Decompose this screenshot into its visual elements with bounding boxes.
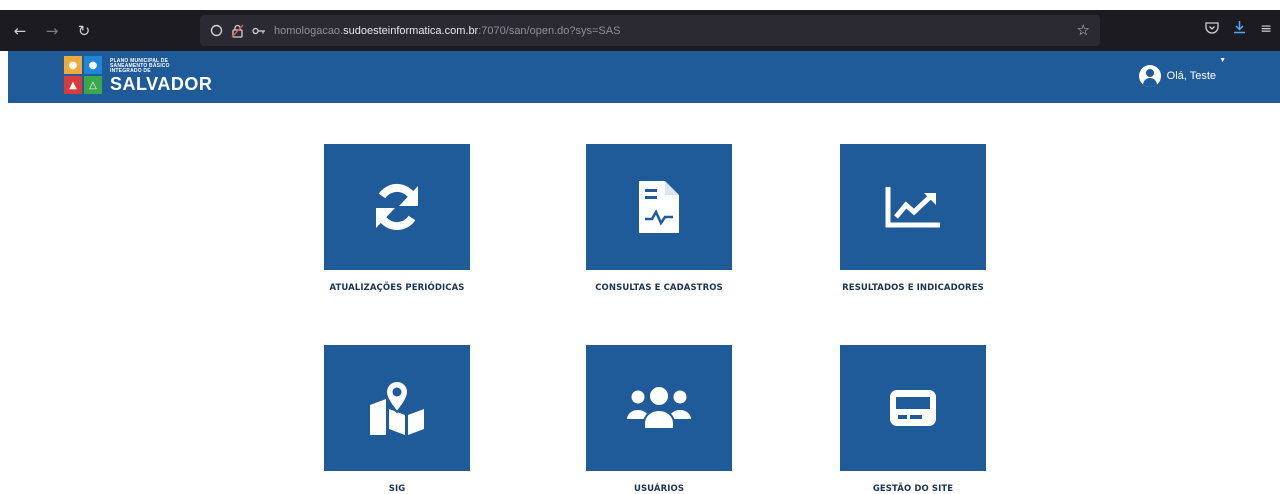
document-chart-icon (639, 181, 679, 233)
sync-icon (376, 183, 418, 231)
user-menu[interactable]: Olá, Teste ▼ (1138, 57, 1226, 87)
sun-icon: ● (64, 56, 82, 74)
key-icon[interactable] (252, 26, 266, 36)
user-greeting: Olá, Teste (1166, 70, 1216, 82)
user-avatar-icon (1138, 65, 1161, 87)
tile-sig[interactable]: SIG (324, 345, 470, 494)
browser-toolbar: ← → ↻ homologacao.sudoesteinformatica.co… (0, 10, 1280, 51)
tile-consultas-button[interactable] (586, 144, 732, 270)
tile-label: RESULTADOS E INDICADORES (842, 283, 984, 293)
caret-down-icon: ▼ (1219, 57, 1226, 64)
tile-usuarios-button[interactable] (586, 345, 732, 471)
url-text: homologacao.sudoesteinformatica.com.br:7… (274, 24, 621, 37)
shield-icon[interactable] (210, 24, 223, 37)
recycle-icon: △ (84, 76, 102, 94)
lock-slash-icon[interactable] (231, 24, 244, 38)
menu-icon[interactable]: ≡ (1260, 21, 1272, 37)
logo-mark: ● ● ▲ △ (64, 56, 104, 96)
forward-icon[interactable]: → (40, 19, 64, 43)
star-icon[interactable]: ☆ (1077, 21, 1090, 39)
tile-atualizacoes[interactable]: ATUALIZAÇÕES PERIÓDICAS (324, 144, 470, 293)
tile-atualizacoes-button[interactable] (324, 144, 470, 270)
tile-consultas[interactable]: CONSULTAS E CADASTROS (586, 144, 732, 293)
address-bar[interactable]: homologacao.sudoesteinformatica.com.br:7… (200, 15, 1100, 46)
tile-resultados[interactable]: RESULTADOS E INDICADORES (840, 144, 986, 293)
logo-title: SALVADOR (110, 74, 213, 94)
tile-sig-button[interactable] (324, 345, 470, 471)
map-pin-icon (370, 379, 424, 435)
water-drop-icon: ● (84, 56, 102, 74)
download-icon[interactable] (1233, 20, 1246, 38)
users-icon (627, 387, 691, 430)
card-icon (890, 390, 936, 426)
tile-usuarios[interactable]: USUÁRIOS (586, 345, 732, 494)
cloud-icon: ▲ (64, 76, 82, 94)
logo[interactable]: ● ● ▲ △ PLANO MUNICIPAL DE SANEAMENTO BÁ… (64, 56, 212, 96)
back-icon[interactable]: ← (8, 19, 32, 43)
page-title-sliver (0, 0, 1280, 10)
tile-gestao[interactable]: GESTÃO DO SITE (840, 345, 986, 494)
tile-gestao-button[interactable] (840, 345, 986, 471)
app-header: ● ● ▲ △ PLANO MUNICIPAL DE SANEAMENTO BÁ… (8, 51, 1280, 103)
line-chart-icon (885, 187, 940, 228)
pocket-icon[interactable] (1205, 21, 1219, 38)
tile-resultados-button[interactable] (840, 144, 986, 270)
tile-label: ATUALIZAÇÕES PERIÓDICAS (329, 283, 465, 293)
tile-label: CONSULTAS E CADASTROS (595, 283, 723, 293)
reload-icon[interactable]: ↻ (72, 19, 96, 43)
